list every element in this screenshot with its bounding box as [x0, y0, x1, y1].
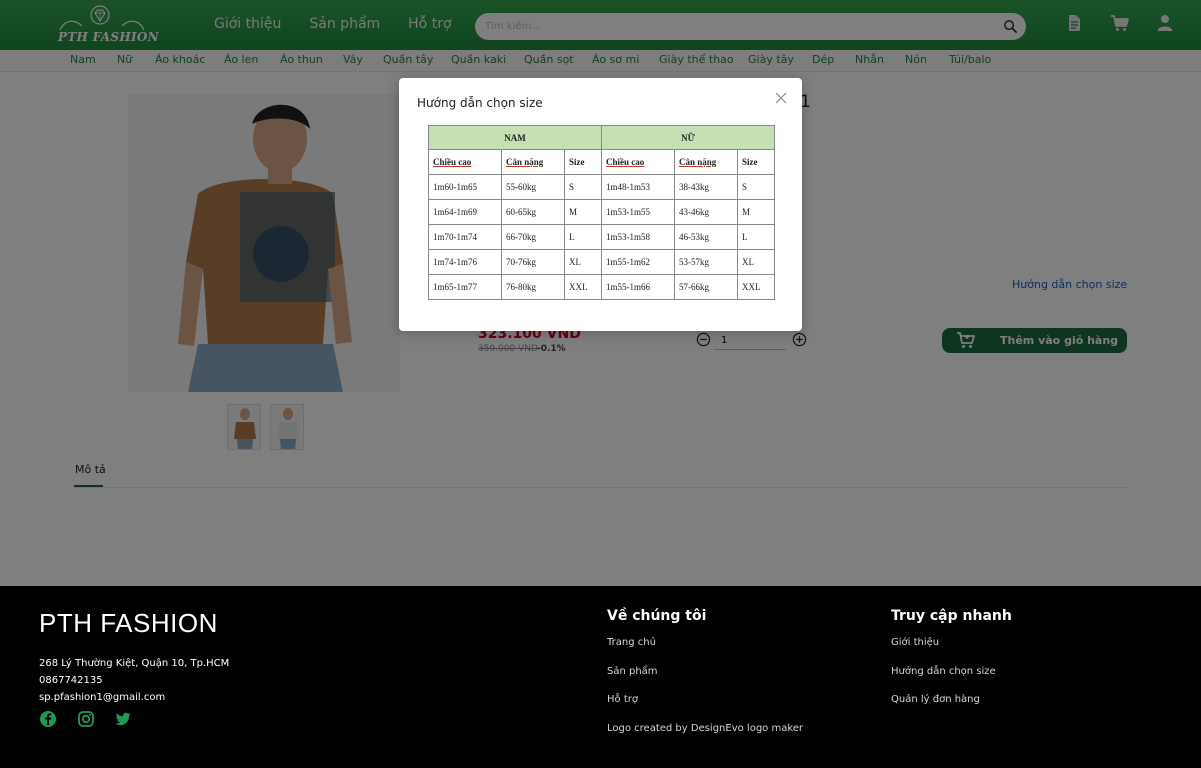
column-header: Chiều cao: [601, 149, 675, 175]
size-chart-table: NAM NỮ Chiều cao Cân nặng Size Chiều cao…: [428, 125, 775, 300]
table-row: 1m64-1m69 60-65kg M 1m53-1m55 43-46kg M: [428, 199, 775, 225]
table-row: 1m60-1m65 55-60kg S 1m48-1m53 38-43kg S: [428, 174, 775, 200]
facebook-icon[interactable]: [39, 710, 57, 728]
table-cell: 1m65-1m77: [428, 274, 502, 300]
table-cell: 38-43kg: [674, 174, 738, 200]
table-cell: S: [737, 174, 775, 200]
table-cell: 1m55-1m62: [601, 249, 675, 275]
table-cell: 70-76kg: [501, 249, 565, 275]
table-cell: 1m53-1m58: [601, 224, 675, 250]
column-header: Size: [737, 149, 775, 175]
table-cell: M: [564, 199, 602, 225]
table-cell: 60-65kg: [501, 199, 565, 225]
table-cell: 1m55-1m66: [601, 274, 675, 300]
table-cell: 53-57kg: [674, 249, 738, 275]
table-cell: 1m70-1m74: [428, 224, 502, 250]
footer-link-about[interactable]: Giới thiệu: [891, 637, 939, 648]
footer-about-heading: Về chúng tôi: [607, 608, 707, 624]
table-cell: 1m60-1m65: [428, 174, 502, 200]
table-cell: XL: [564, 249, 602, 275]
group-men: NAM: [428, 125, 602, 150]
table-cell: 1m74-1m76: [428, 249, 502, 275]
footer-link-size-guide[interactable]: Hướng dẫn chọn size: [891, 666, 996, 677]
table-cell: L: [737, 224, 775, 250]
table-cell: 43-46kg: [674, 199, 738, 225]
column-header: Size: [564, 149, 602, 175]
footer-link-home[interactable]: Trang chủ: [607, 637, 656, 648]
group-women: NỮ: [601, 125, 775, 150]
footer-quick-heading: Truy cập nhanh: [891, 608, 1012, 624]
twitter-icon[interactable]: [114, 710, 132, 728]
table-row: 1m65-1m77 76-80kg XXL 1m55-1m66 57-66kg …: [428, 274, 775, 300]
table-cell: 57-66kg: [674, 274, 738, 300]
footer-link-orders[interactable]: Quản lý đơn hàng: [891, 694, 980, 705]
close-icon[interactable]: [774, 91, 788, 105]
size-guide-modal: Hướng dẫn chọn size NAM NỮ Chiều cao Cân…: [399, 78, 802, 331]
table-cell: 1m48-1m53: [601, 174, 675, 200]
table-cell: 1m64-1m69: [428, 199, 502, 225]
table-cell: 46-53kg: [674, 224, 738, 250]
table-row: 1m74-1m76 70-76kg XL 1m55-1m62 53-57kg X…: [428, 249, 775, 275]
table-header-row: Chiều cao Cân nặng Size Chiều cao Cân nặ…: [428, 149, 775, 175]
instagram-icon[interactable]: [77, 710, 95, 728]
column-header: Chiều cao: [428, 149, 502, 175]
table-cell: XXL: [737, 274, 775, 300]
table-cell: 76-80kg: [501, 274, 565, 300]
footer-link-support[interactable]: Hỗ trợ: [607, 694, 638, 705]
table-cell: 66-70kg: [501, 224, 565, 250]
footer-logo-credit[interactable]: Logo created by DesignEvo logo maker: [607, 723, 803, 734]
table-cell: 55-60kg: [501, 174, 565, 200]
column-header: Cân nặng: [674, 149, 738, 175]
column-header: Cân nặng: [501, 149, 565, 175]
footer: PTH FASHION 268 Lý Thường Kiệt, Quận 10,…: [0, 586, 1201, 768]
footer-phone: 0867742135: [39, 675, 103, 686]
footer-brand: PTH FASHION: [39, 608, 218, 638]
table-cell: XL: [737, 249, 775, 275]
table-cell: 1m53-1m55: [601, 199, 675, 225]
table-cell: XXL: [564, 274, 602, 300]
table-cell: S: [564, 174, 602, 200]
table-row: 1m70-1m74 66-70kg L 1m53-1m58 46-53kg L: [428, 224, 775, 250]
footer-link-products[interactable]: Sản phẩm: [607, 666, 658, 677]
modal-title: Hướng dẫn chọn size: [417, 96, 543, 110]
table-cell: M: [737, 199, 775, 225]
footer-address: 268 Lý Thường Kiệt, Quận 10, Tp.HCM: [39, 658, 230, 669]
footer-email: sp.pfashion1@gmail.com: [39, 692, 166, 703]
table-group-header: NAM NỮ: [428, 125, 775, 150]
table-cell: L: [564, 224, 602, 250]
